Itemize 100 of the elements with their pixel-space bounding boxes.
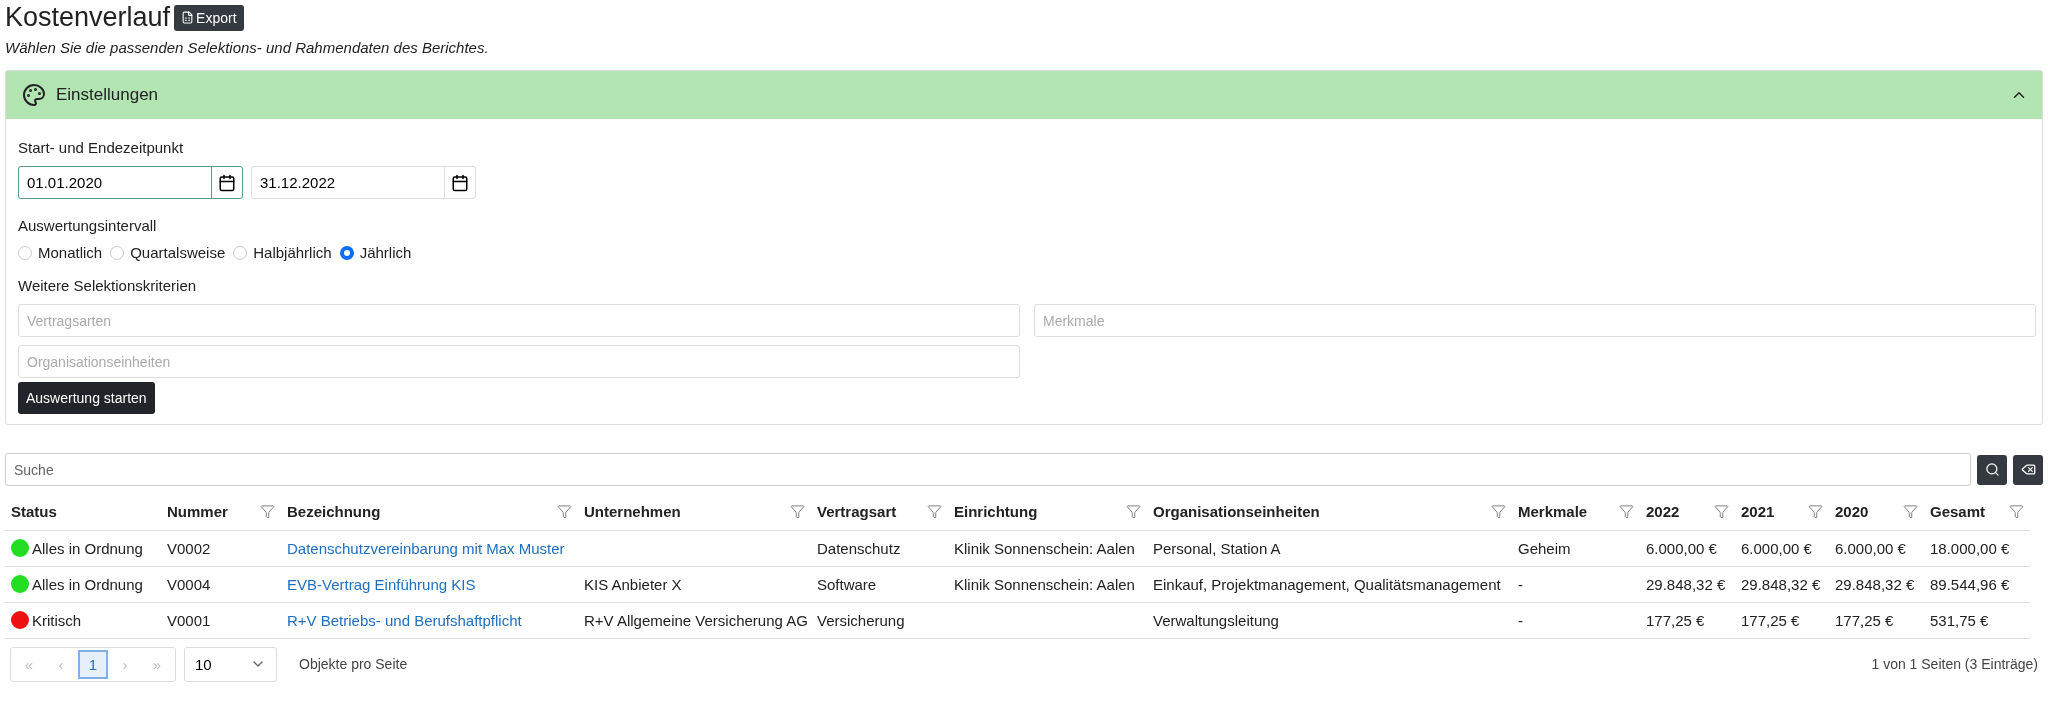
filter-icon [557, 504, 572, 520]
filter-button[interactable] [1619, 504, 1634, 520]
settings-title: Einstellungen [56, 85, 160, 105]
spreadsheet-file-icon [181, 11, 195, 24]
filter-button[interactable] [790, 504, 805, 520]
contract-link[interactable]: EVB-Vertrag Einführung KIS [287, 575, 476, 593]
filter-icon [1619, 504, 1634, 520]
table-cell: Klinik Sonnenschein: Aalen [954, 539, 1135, 557]
calendar-button[interactable] [211, 166, 243, 199]
filter-icon [1491, 504, 1506, 520]
page-title: Kostenverlauf [5, 2, 171, 33]
page-summary: 1 von 1 Seiten (3 Einträge) [1871, 656, 2038, 672]
clear-button[interactable] [2013, 454, 2043, 485]
table-cell: Datenschutz [817, 539, 901, 557]
table-cell: - [1518, 575, 1523, 593]
filter-button[interactable] [1126, 504, 1141, 520]
contract-link[interactable]: R+V Betriebs- und Berufshaftpflicht [287, 611, 522, 629]
table-cell: 177,25 € [1646, 611, 1705, 629]
filter-button[interactable] [1491, 504, 1506, 520]
table-cell: V0004 [167, 575, 211, 593]
search-field[interactable]: Suche [5, 453, 1971, 486]
radio-button[interactable] [339, 245, 354, 260]
filter-button[interactable] [1714, 504, 1729, 520]
table-cell: 177,25 € [1835, 611, 1894, 629]
filter-icon [1714, 504, 1729, 520]
column-header: Merkmale [1518, 503, 1588, 521]
status-text: Alles in Ordnung [32, 575, 143, 593]
radio-label: Quartalsweise [130, 244, 226, 261]
table-cell: KIS Anbieter X [584, 575, 682, 593]
column-header: Gesamt [1930, 503, 1986, 521]
column-header: 2022 [1646, 503, 1680, 521]
filter-icon [1903, 504, 1918, 520]
status-text: Kritisch [32, 611, 82, 629]
table-cell: Versicherung [817, 611, 905, 629]
select-field[interactable]: Merkmale [1034, 304, 2036, 337]
column-header: Einrichtung [954, 503, 1038, 521]
page-subtitle: Wählen Sie die passenden Selektions- und Rahmendaten des Berichtes. [5, 39, 490, 56]
table-cell: 6.000,00 € [1646, 539, 1717, 557]
column-header: 2020 [1835, 503, 1869, 521]
search-button[interactable] [1977, 454, 2007, 485]
filter-icon [1808, 504, 1823, 520]
export-button[interactable]: Export [174, 4, 244, 31]
column-header: Vertragsart [817, 503, 897, 521]
filter-button[interactable] [1903, 504, 1918, 520]
table-cell: Geheim [1518, 539, 1571, 557]
page-size-select[interactable]: 10 [184, 646, 277, 682]
table-cell: 177,25 € [1741, 611, 1800, 629]
status-text: Alles in Ordnung [32, 539, 143, 557]
filter-button[interactable] [557, 504, 572, 520]
palette-icon [22, 83, 46, 107]
table-cell: 29.848,32 € [1646, 575, 1726, 593]
filter-icon [2009, 504, 2024, 520]
table-cell: Verwaltungsleitung [1153, 611, 1279, 629]
field-label: Weitere Selektionskriterien [18, 277, 198, 294]
table-cell: 89.544,96 € [1930, 575, 2010, 593]
table-cell: 29.848,32 € [1835, 575, 1915, 593]
search-icon [1984, 462, 2000, 477]
settings-panel-header[interactable]: Einstellungen [6, 71, 2042, 119]
filter-button[interactable] [927, 504, 942, 520]
table-cell: 29.848,32 € [1741, 575, 1821, 593]
select-field[interactable]: Vertragsarten [18, 304, 1020, 337]
filter-button[interactable] [260, 504, 275, 520]
table-cell: 18.000,00 € [1930, 539, 2010, 557]
page-size-label: Objekte pro Seite [299, 656, 409, 672]
column-header: Unternehmen [584, 503, 681, 521]
date-field[interactable]: 01.01.2020 [18, 166, 212, 199]
field-label: Start- und Endezeitpunkt [18, 139, 185, 156]
backspace-icon [2020, 462, 2036, 477]
page-button[interactable]: 1 [78, 649, 108, 679]
table-cell: R+V Allgemeine Versicherung AG [584, 611, 808, 629]
table-cell: Personal, Station A [1153, 539, 1281, 557]
table-cell: Software [817, 575, 877, 593]
table-cell: Einkauf, Projektmanagement, Qualitätsmanagement [1153, 575, 1501, 593]
table-cell: 531,75 € [1930, 611, 1989, 629]
radio-label: Halbjährlich [253, 244, 332, 261]
calendar-icon [218, 173, 236, 192]
filter-icon [927, 504, 942, 520]
radio-label: Jährlich [359, 244, 412, 261]
filter-icon [790, 504, 805, 520]
column-header: Nummer [167, 503, 228, 521]
column-header: Organisationseinheiten [1153, 503, 1320, 521]
date-field[interactable]: 31.12.2022 [251, 166, 445, 199]
filter-button[interactable] [2009, 504, 2024, 520]
column-header: 2021 [1741, 503, 1775, 521]
filter-button[interactable] [1808, 504, 1823, 520]
radio-label: Monatlich [38, 244, 103, 261]
start-button[interactable]: Auswertung starten [18, 382, 155, 414]
table-cell: 6.000,00 € [1835, 539, 1906, 557]
table-cell: V0002 [167, 539, 211, 557]
filter-icon [260, 504, 275, 520]
table-cell: - [1518, 611, 1523, 629]
filter-icon [1126, 504, 1141, 520]
column-header: Status [11, 503, 57, 521]
field-label: Auswertungsintervall [18, 217, 158, 234]
calendar-icon [451, 173, 469, 192]
select-field[interactable]: Organisationseinheiten [18, 345, 1020, 378]
contract-link[interactable]: Datenschutzvereinbarung mit Max Muster [287, 539, 565, 557]
column-header: Bezeichnung [287, 503, 381, 521]
table-cell: 6.000,00 € [1741, 539, 1812, 557]
table-cell: Klinik Sonnenschein: Aalen [954, 575, 1135, 593]
